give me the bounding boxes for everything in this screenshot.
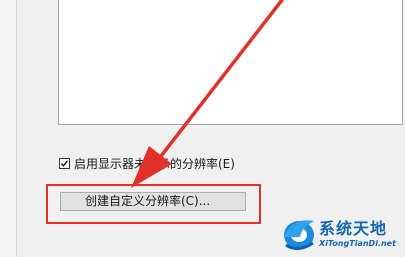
watermark-title: 系统天地 (319, 219, 388, 238)
watermark-subtitle: XiTongTianDi.net (319, 239, 396, 248)
logo-globe-icon (284, 220, 314, 250)
watermark-logo: 系统天地 XiTongTianDi.net (280, 213, 404, 257)
